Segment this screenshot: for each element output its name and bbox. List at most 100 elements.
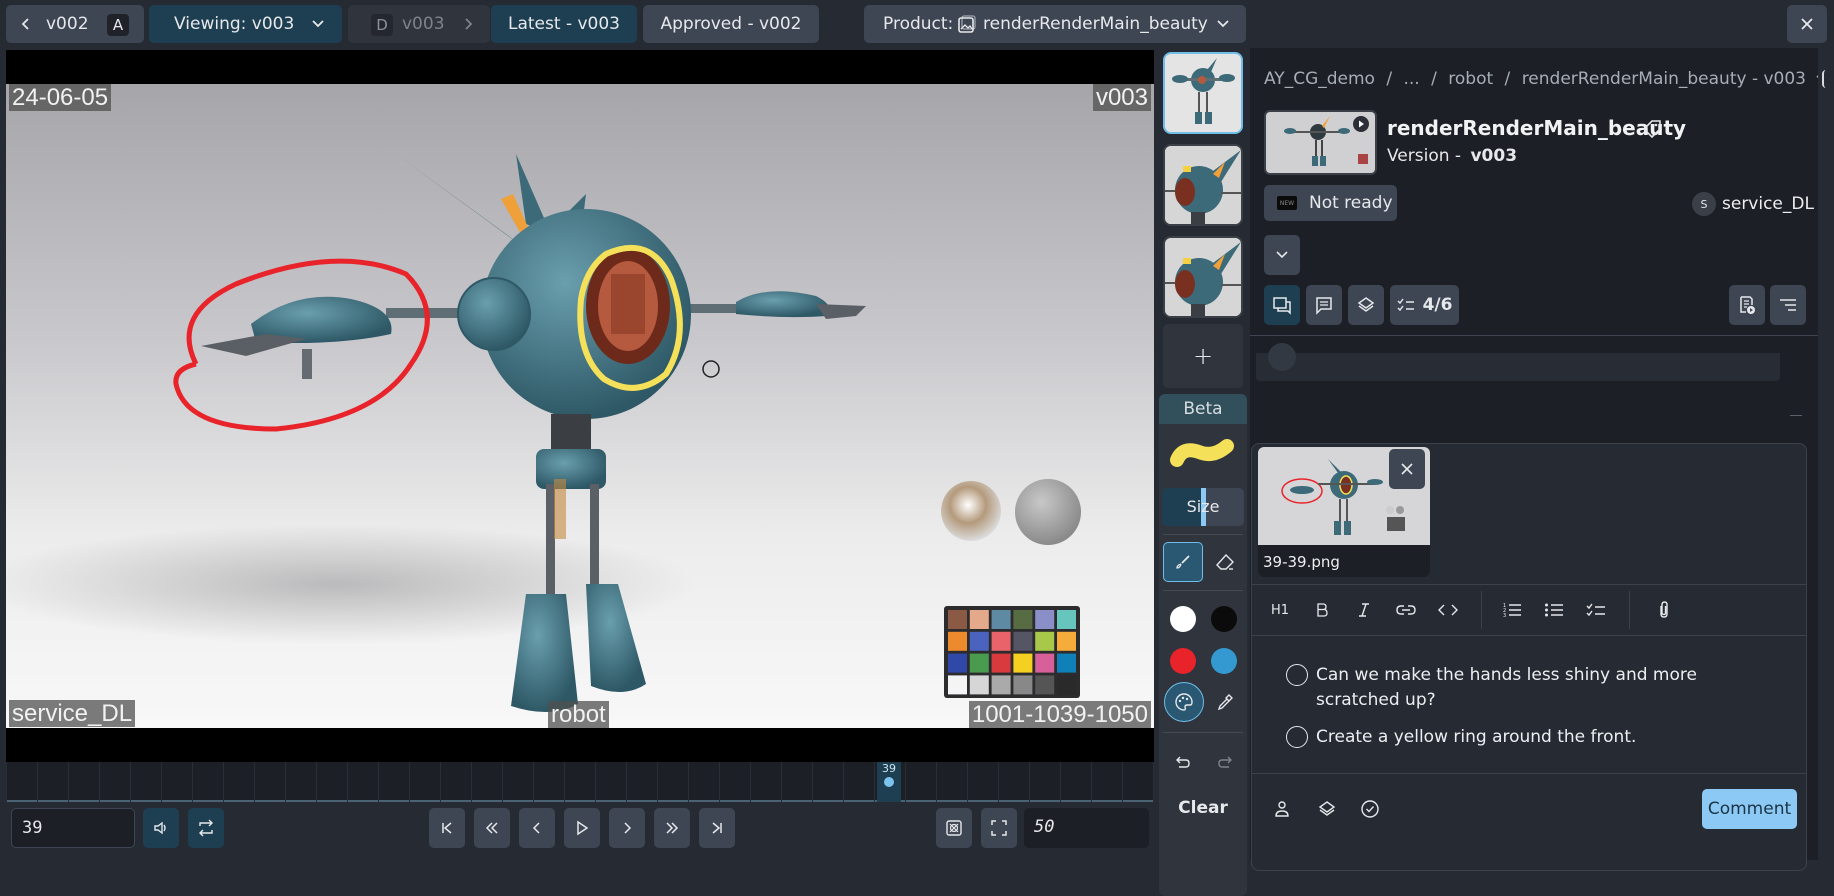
color-checker-patch: [991, 675, 1011, 695]
next-keyframe-button[interactable]: [654, 808, 690, 848]
tab-activity[interactable]: [1264, 285, 1300, 325]
eraser-tool-button[interactable]: [1205, 542, 1245, 582]
code-button[interactable]: [1430, 585, 1466, 635]
attach-file-button[interactable]: [1646, 585, 1682, 635]
next-version-button[interactable]: D v003: [348, 5, 490, 43]
close-button[interactable]: [1787, 5, 1827, 43]
checklist-button[interactable]: [1578, 585, 1614, 635]
color-checker-patch: [948, 675, 967, 695]
link-button[interactable]: [1388, 585, 1424, 635]
timeline-tick: [409, 762, 410, 802]
italic-button[interactable]: [1346, 585, 1382, 635]
chevron-down-icon: [311, 18, 325, 30]
timeline-playhead[interactable]: 39: [877, 762, 901, 802]
color-swatch-black[interactable]: [1211, 606, 1237, 632]
panel-scrollbar[interactable]: [1818, 48, 1834, 860]
color-checker-patch: [1057, 610, 1076, 629]
details-panel: AY_CG_demo / ... / robot / renderRenderM…: [1250, 48, 1828, 871]
product-dropdown[interactable]: Product: renderRenderMain_beauty: [864, 5, 1246, 43]
timeline[interactable]: 39: [6, 762, 1154, 802]
expand-details-button[interactable]: [1264, 235, 1300, 275]
breadcrumb-folder[interactable]: robot: [1448, 69, 1493, 89]
redo-button[interactable]: [1205, 744, 1245, 780]
checklist-task: Create a yellow ring around the front.: [1286, 725, 1766, 750]
layers-icon[interactable]: [1317, 799, 1337, 819]
previous-version-hotkey-badge: A: [107, 14, 129, 36]
burnin-date: 24-06-05: [9, 84, 112, 111]
timeline-tick: [719, 762, 720, 802]
status-dropdown[interactable]: NEW Not ready: [1264, 185, 1397, 221]
annotation-toolbar: + Beta Size Clear: [1159, 50, 1247, 896]
add-annotation-button[interactable]: +: [1163, 324, 1243, 388]
divider: [1252, 773, 1806, 774]
tab-comments[interactable]: [1306, 285, 1342, 325]
previous-version-button[interactable]: v002 A: [6, 5, 144, 43]
task-checkbox[interactable]: [1286, 726, 1308, 748]
bold-button[interactable]: [1304, 585, 1340, 635]
audio-toggle-button[interactable]: [143, 808, 179, 848]
clear-annotations-button[interactable]: Clear: [1163, 790, 1243, 826]
color-palette-button[interactable]: [1164, 682, 1204, 722]
play-icon: [574, 820, 590, 836]
color-swatch-white[interactable]: [1170, 606, 1196, 632]
tab-versions[interactable]: [1348, 285, 1384, 325]
undo-button[interactable]: [1163, 744, 1203, 780]
review-list-button[interactable]: [1729, 285, 1765, 325]
bullet-list-button[interactable]: [1536, 585, 1572, 635]
frame-input[interactable]: 39: [11, 808, 135, 848]
annotation-thumbnail-1[interactable]: [1163, 52, 1243, 134]
go-to-end-button[interactable]: [699, 808, 735, 848]
filter-menu-button[interactable]: [1770, 285, 1806, 325]
burnin-version: v003: [1092, 84, 1151, 111]
assignee[interactable]: S service_DL: [1692, 192, 1814, 216]
fps-input[interactable]: 50: [1024, 808, 1149, 848]
collapse-handle[interactable]: [1790, 415, 1802, 416]
annotation-thumbnail-2[interactable]: [1163, 144, 1243, 226]
previous-frame-button[interactable]: [519, 808, 555, 848]
safe-area-toggle-button[interactable]: [936, 808, 972, 848]
timeline-tick: [285, 762, 286, 802]
tab-checklist[interactable]: 4/6: [1390, 285, 1459, 325]
eraser-icon: [1215, 553, 1235, 571]
version-thumbnail[interactable]: [1264, 110, 1377, 175]
remove-attachment-button[interactable]: [1389, 449, 1425, 489]
media-viewer[interactable]: 24-06-05 v003 service_DL robot 1001-1039…: [6, 50, 1154, 762]
annotation-thumbnail-3[interactable]: [1163, 236, 1243, 318]
task-checkbox[interactable]: [1286, 664, 1308, 686]
latest-version-button[interactable]: Latest - v003: [491, 5, 637, 43]
bullet-list-icon: [1544, 601, 1564, 619]
checklist-count: 4/6: [1422, 295, 1453, 315]
color-swatch-blue[interactable]: [1211, 648, 1237, 674]
breadcrumb-ellipsis[interactable]: ...: [1404, 69, 1420, 89]
task-text[interactable]: Create a yellow ring around the front.: [1286, 725, 1766, 750]
color-checker-patch: [1035, 631, 1055, 651]
check-circle-icon[interactable]: [1360, 799, 1380, 819]
previous-keyframe-button[interactable]: [474, 808, 510, 848]
loop-toggle-button[interactable]: [188, 808, 224, 848]
comment-submit-button[interactable]: Comment: [1702, 789, 1797, 829]
timeline-tick: [6, 762, 7, 802]
breadcrumb-project[interactable]: AY_CG_demo: [1264, 69, 1375, 89]
timeline-tick: [192, 762, 193, 802]
attachment-filename: 39-39.png: [1263, 553, 1340, 571]
color-swatch-red[interactable]: [1170, 648, 1196, 674]
play-button[interactable]: [564, 808, 600, 848]
brush-tool-button[interactable]: [1163, 542, 1203, 582]
next-frame-button[interactable]: [609, 808, 645, 848]
color-checker-patch: [1013, 610, 1033, 629]
approved-version-button[interactable]: Approved - v002: [643, 5, 819, 43]
heading-button[interactable]: H1: [1262, 585, 1298, 635]
eyedropper-button[interactable]: [1205, 682, 1245, 722]
tag-icon[interactable]: [1641, 118, 1663, 140]
mention-user-icon[interactable]: [1273, 799, 1291, 819]
size-slider[interactable]: Size: [1162, 488, 1244, 526]
viewing-version-dropdown[interactable]: Viewing: v003: [149, 5, 342, 43]
task-text[interactable]: Can we make the hands less shiny and mor…: [1286, 663, 1766, 713]
go-to-start-button[interactable]: [429, 808, 465, 848]
link-icon: [1396, 604, 1416, 616]
frame-image[interactable]: 24-06-05 v003 service_DL robot 1001-1039…: [6, 84, 1154, 728]
ordered-list-button[interactable]: 123: [1494, 585, 1530, 635]
volume-icon: [152, 819, 170, 837]
fullscreen-button[interactable]: [981, 808, 1017, 848]
breadcrumb-version[interactable]: renderRenderMain_beauty - v003: [1522, 69, 1806, 89]
